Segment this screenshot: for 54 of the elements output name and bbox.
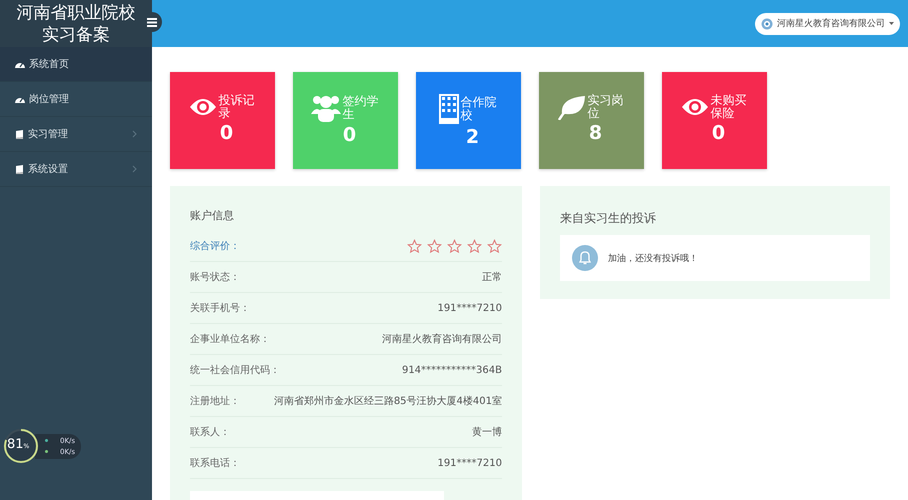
stat-value: 0 — [342, 124, 356, 146]
field-label: 联系电话： — [190, 456, 240, 470]
eye-icon — [188, 97, 216, 117]
app-title: 河南省职业院校实习备案 — [0, 0, 152, 47]
field-value: 河南省郑州市金水区经三路85号汪协大厦4楼401室 — [274, 394, 502, 408]
field-value: 黄一博 — [472, 426, 502, 439]
company-dropdown[interactable]: 河南星火教育咨询有限公司 — [755, 12, 900, 34]
stat-value: 2 — [466, 126, 480, 148]
field-label: 关联手机号： — [190, 302, 250, 315]
field-label: 企事业单位名称： — [190, 332, 270, 346]
stat-value: 0 — [220, 122, 234, 144]
stat-card[interactable]: 投诉记录 0 — [170, 72, 275, 169]
star-icon — [427, 238, 442, 254]
stat-value: 0 — [712, 122, 726, 144]
panel-title: 账户信息 — [190, 208, 235, 223]
menu-icon — [147, 18, 157, 26]
rating-label: 综合评价： — [190, 240, 240, 253]
star-icon — [487, 238, 502, 254]
gauge-icon — [15, 95, 25, 103]
notice-text: 加油，还没有投诉哦！ — [608, 252, 698, 264]
stat-label: 未购买保险 — [710, 94, 748, 120]
stat-label: 投诉记录 — [218, 94, 256, 120]
stat-label: 实习岗位 — [588, 94, 624, 120]
book-icon — [15, 164, 24, 174]
logo-icon — [761, 18, 773, 30]
star-icon — [407, 238, 422, 254]
book-icon — [15, 130, 24, 138]
field-label: 联系人： — [190, 426, 230, 439]
field-value: 191****7210 — [437, 302, 502, 314]
stat-label: 签约学生 — [342, 95, 380, 121]
caret-icon — [889, 22, 894, 25]
field-label: 统一社会信用代码： — [190, 364, 280, 377]
stat-value: 8 — [588, 122, 602, 144]
stat-card[interactable]: 未购买保险 0 — [662, 72, 767, 169]
leaf-icon — [558, 94, 586, 120]
stat-label: 合作院校 — [460, 96, 498, 122]
field-value: 河南星火教育咨询有限公司 — [382, 332, 502, 346]
star-icon — [467, 238, 482, 254]
panel-title: 来自实习生的投诉 — [560, 210, 657, 227]
bell-icon — [572, 245, 598, 271]
chevron-icon — [132, 165, 137, 173]
stat-card[interactable]: 合作院校 2 — [416, 72, 521, 169]
field-value: 191****7210 — [437, 458, 502, 468]
eye-icon — [680, 97, 708, 117]
chevron-icon — [132, 130, 137, 138]
field-label: 账号状态： — [190, 270, 240, 284]
field-value: 正常 — [482, 270, 502, 284]
users-icon — [310, 94, 340, 122]
building-icon — [438, 94, 458, 124]
field-value: 914***********364B — [402, 364, 502, 376]
sidebar-item[interactable]: 系统首页 — [0, 47, 152, 82]
field-label: 注册地址： — [190, 394, 240, 408]
star-icon — [447, 238, 462, 254]
gauge-icon — [15, 60, 25, 68]
